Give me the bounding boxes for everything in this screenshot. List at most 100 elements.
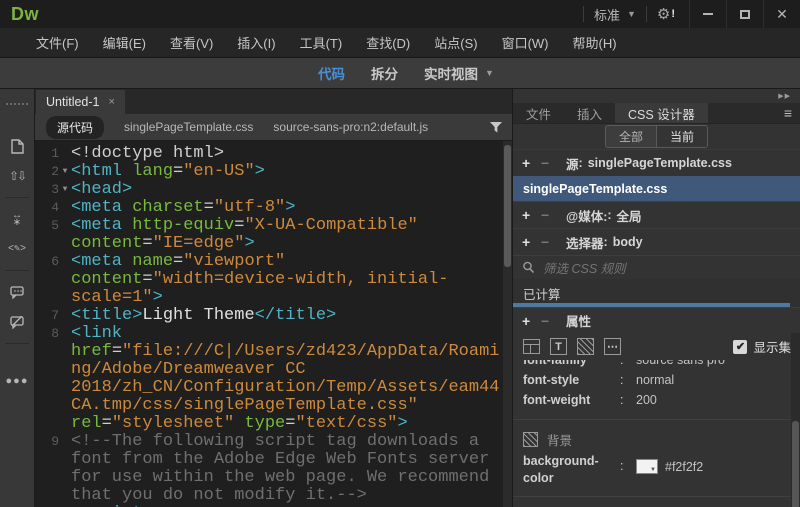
- more-category-icon[interactable]: ⋯: [604, 338, 621, 355]
- comment-bubble-icon: [10, 286, 25, 299]
- scrollbar-thumb[interactable]: [792, 421, 799, 507]
- scrollbar-thumb[interactable]: [504, 145, 511, 267]
- minimize-button[interactable]: [689, 0, 726, 28]
- tab-insert[interactable]: 插入: [564, 103, 615, 123]
- file-management-button[interactable]: ⇧⇩: [9, 161, 25, 191]
- code-format-button[interactable]: <✎>: [8, 234, 26, 264]
- property-row[interactable]: font-family : source sans pro: [523, 360, 790, 370]
- code-line[interactable]: 8<link href="file:///C|/Users/zd423/AppD…: [35, 325, 512, 433]
- minimize-icon: [703, 13, 713, 15]
- code-view[interactable]: 1<!doctype html>2▼<html lang="en-US">3▼<…: [35, 141, 512, 507]
- media-header: + − @媒体:: 全局: [513, 201, 800, 228]
- remove-comment-button[interactable]: [10, 307, 25, 337]
- tab-close-icon[interactable]: ×: [109, 96, 115, 108]
- sync-settings-button[interactable]: ⚙ !: [657, 5, 675, 23]
- panel-strip: ▶▶: [513, 89, 800, 103]
- code-line[interactable]: 3▼<head>: [35, 181, 512, 199]
- collapse-panels-icon[interactable]: ▶▶: [778, 92, 791, 100]
- open-documents-button[interactable]: [11, 131, 24, 161]
- show-set-control[interactable]: ✔ 显示集: [733, 337, 791, 356]
- menu-item[interactable]: 编辑(E): [91, 28, 158, 57]
- source-item-selected[interactable]: singlePageTemplate.css: [513, 176, 800, 201]
- fold-arrow-icon[interactable]: ▼: [59, 163, 71, 181]
- add-property-button[interactable]: +: [522, 313, 537, 329]
- text-category-icon[interactable]: T: [550, 338, 567, 355]
- code-line[interactable]: 4<meta charset="utf-8">: [35, 199, 512, 217]
- dreamweaver-logo: Dw: [0, 4, 50, 25]
- code-line[interactable]: 1<!doctype html>: [35, 145, 512, 163]
- layout-category-icon[interactable]: [523, 339, 540, 354]
- computed-row[interactable]: 已计算: [513, 279, 800, 307]
- related-file-css[interactable]: singlePageTemplate.css: [124, 120, 253, 134]
- remove-property-button[interactable]: −: [541, 313, 556, 329]
- related-file-js[interactable]: source-sans-pro:n2:default.js: [273, 120, 428, 134]
- fold-gutter: [59, 307, 71, 325]
- remove-media-button[interactable]: −: [541, 207, 556, 223]
- workspace-switcher[interactable]: 标准 ▼: [594, 5, 636, 24]
- properties-list: font-family : source sans pro font-style…: [513, 360, 800, 507]
- property-name: background-color: [523, 453, 620, 487]
- code-line[interactable]: 9<!--The following script tag downloads …: [35, 433, 512, 505]
- code-scrollbar[interactable]: [503, 141, 512, 507]
- tab-files[interactable]: 文件: [513, 103, 564, 123]
- add-selector-button[interactable]: +: [522, 234, 537, 250]
- toolbar-grip[interactable]: [6, 103, 28, 105]
- checkbox-checked-icon[interactable]: ✔: [733, 340, 747, 354]
- current-button[interactable]: 当前: [656, 125, 708, 148]
- background-color-row[interactable]: background-color : ▼ #f2f2f2: [523, 451, 790, 487]
- wrap-arrows-icon: ↔∗: [12, 212, 22, 226]
- menu-item[interactable]: 文件(F): [24, 28, 91, 57]
- view-toolbar: 代码 拆分 实时视图 ▼: [0, 58, 800, 89]
- menu-item[interactable]: 查看(V): [158, 28, 225, 57]
- source-code-button[interactable]: 源代码: [46, 116, 104, 139]
- code-line[interactable]: 7<title>Light Theme</title>: [35, 307, 512, 325]
- apply-comment-button[interactable]: [10, 277, 25, 307]
- menu-item[interactable]: 工具(T): [288, 28, 355, 57]
- property-value[interactable]: normal: [636, 370, 674, 390]
- property-value[interactable]: 200: [636, 390, 657, 410]
- menu-item[interactable]: 站点(S): [422, 28, 489, 57]
- word-wrap-button[interactable]: ↔∗: [12, 204, 22, 234]
- color-swatch[interactable]: ▼: [636, 459, 658, 474]
- menu-item[interactable]: 窗口(W): [490, 28, 561, 57]
- border-category-icon[interactable]: [577, 338, 594, 355]
- filter-funnel-icon[interactable]: [489, 121, 503, 134]
- panel-menu-icon[interactable]: ≡: [784, 105, 792, 121]
- menu-item[interactable]: 插入(I): [225, 28, 287, 57]
- menu-item[interactable]: 查找(D): [354, 28, 422, 57]
- document-tab[interactable]: Untitled-1 ×: [36, 90, 125, 114]
- all-button[interactable]: 全部: [605, 125, 656, 148]
- computed-selection-bar: [513, 303, 790, 307]
- add-media-button[interactable]: +: [522, 207, 537, 223]
- property-row[interactable]: font-weight : 200: [523, 390, 790, 410]
- property-row[interactable]: font-style : normal: [523, 370, 790, 390]
- code-view-button[interactable]: 代码: [318, 63, 345, 83]
- fold-arrow-icon[interactable]: ▼: [59, 181, 71, 199]
- background-section-icon: [523, 432, 538, 447]
- document-editor: Untitled-1 × 源代码 singlePageTemplate.css …: [35, 89, 513, 507]
- code-line[interactable]: 5<meta http-equiv="X-UA-Compatible" cont…: [35, 217, 512, 253]
- remove-source-button[interactable]: −: [541, 155, 556, 171]
- code-line[interactable]: 2▼<html lang="en-US">: [35, 163, 512, 181]
- maximize-button[interactable]: [726, 0, 763, 28]
- css-rule-filter[interactable]: 筛选 CSS 规则: [513, 255, 800, 279]
- show-set-label: 显示集: [753, 337, 791, 356]
- code-line[interactable]: 6<meta name="viewport" content="width=de…: [35, 253, 512, 307]
- live-view-button[interactable]: 实时视图 ▼: [424, 63, 494, 83]
- menu-item[interactable]: 帮助(H): [561, 28, 629, 57]
- close-button[interactable]: ✕: [763, 0, 800, 28]
- document-tab-title: Untitled-1: [46, 95, 100, 109]
- selectors-header-value: body: [613, 235, 643, 249]
- sources-header-value: singlePageTemplate.css: [588, 156, 732, 170]
- chevron-down-icon: ▼: [627, 9, 636, 19]
- toolbar-more-button[interactable]: ●●●: [6, 366, 29, 396]
- line-number: 6: [35, 253, 59, 307]
- coding-toolbar: ⇧⇩ ↔∗ <✎> ●●●: [0, 89, 35, 507]
- tab-css-designer[interactable]: CSS 设计器: [615, 103, 708, 123]
- property-value[interactable]: #f2f2f2: [665, 460, 703, 474]
- property-value[interactable]: source sans pro: [636, 360, 725, 370]
- remove-selector-button[interactable]: −: [541, 234, 556, 250]
- split-view-button[interactable]: 拆分: [371, 63, 398, 83]
- panel-scrollbar[interactable]: [791, 333, 800, 507]
- add-source-button[interactable]: +: [522, 155, 537, 171]
